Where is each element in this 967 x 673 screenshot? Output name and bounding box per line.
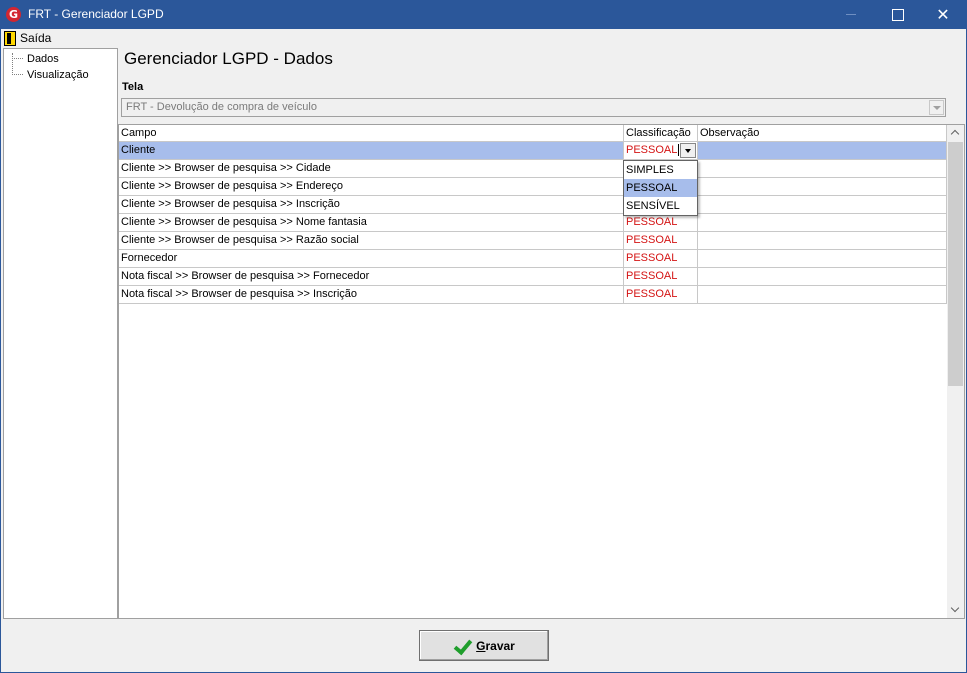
screen-select[interactable]: FRT - Devolução de compra de veículo (121, 98, 946, 117)
cell-observacao[interactable] (698, 196, 947, 214)
cell-campo[interactable]: Cliente >> Browser de pesquisa >> Cidade (119, 160, 624, 178)
table-row[interactable]: Cliente >> Browser de pesquisa >> Nome f… (119, 214, 947, 232)
navigation-tree: Dados Visualização (3, 48, 118, 619)
table-row[interactable]: Nota fiscal >> Browser de pesquisa >> Fo… (119, 268, 947, 286)
chevron-down-icon[interactable] (680, 143, 696, 158)
dropdown-option-simples[interactable]: SIMPLES (624, 161, 697, 179)
tree-item-dados[interactable]: Dados (12, 51, 59, 66)
app-logo-icon: G (6, 7, 21, 22)
tree-item-label: Visualização (27, 68, 89, 81)
cell-observacao[interactable] (698, 214, 947, 232)
column-header-campo[interactable]: Campo (119, 125, 624, 142)
scroll-up-arrow-icon[interactable] (947, 125, 964, 142)
cell-classificacao[interactable]: PESSOAL (624, 232, 698, 250)
cell-campo[interactable]: Cliente >> Browser de pesquisa >> Inscri… (119, 196, 624, 214)
table-row[interactable]: Cliente >> Browser de pesquisa >> Cidade (119, 160, 947, 178)
cell-campo[interactable]: Cliente (119, 142, 624, 160)
cell-campo[interactable]: Fornecedor (119, 250, 624, 268)
cell-classificacao-value: PESSOAL (626, 144, 678, 156)
cell-observacao[interactable] (698, 250, 947, 268)
scroll-down-arrow-icon[interactable] (947, 601, 964, 618)
table-row[interactable]: Fornecedor PESSOAL (119, 250, 947, 268)
minimize-button[interactable] (828, 1, 874, 29)
table-row[interactable]: Nota fiscal >> Browser de pesquisa >> In… (119, 286, 947, 304)
cell-classificacao[interactable]: PESSOAL (624, 268, 698, 286)
exit-door-icon (4, 30, 16, 46)
dropdown-option-sensivel[interactable]: SENSÍVEL (624, 197, 697, 215)
cell-campo[interactable]: Cliente >> Browser de pesquisa >> Endere… (119, 178, 624, 196)
cell-campo[interactable]: Cliente >> Browser de pesquisa >> Nome f… (119, 214, 624, 232)
cell-observacao[interactable] (698, 178, 947, 196)
main-window: G FRT - Gerenciador LGPD ✕ Saída Dados V… (0, 0, 967, 673)
cell-classificacao-editor[interactable]: PESSOAL (624, 142, 698, 160)
table-row[interactable]: Cliente >> Browser de pesquisa >> Inscri… (119, 196, 947, 214)
maximize-button[interactable] (874, 1, 920, 29)
tree-branch-line (12, 58, 23, 59)
tree-item-label: Dados (27, 52, 59, 65)
title-bar: G FRT - Gerenciador LGPD ✕ (1, 1, 966, 29)
table-row[interactable]: Cliente PESSOAL (119, 142, 947, 160)
page-title: Gerenciador LGPD - Dados (124, 49, 333, 68)
save-button-label: Gravar (476, 638, 515, 653)
grid-header: Campo Classificação Observação (119, 125, 947, 142)
tree-item-visualizacao[interactable]: Visualização (12, 67, 89, 82)
grid-vertical-scrollbar[interactable] (947, 125, 964, 618)
column-header-observacao[interactable]: Observação (698, 125, 947, 142)
cell-classificacao[interactable]: PESSOAL (624, 286, 698, 304)
save-button[interactable]: Gravar (419, 630, 549, 661)
menu-exit-label: Saída (20, 31, 52, 45)
scrollbar-thumb[interactable] (948, 142, 963, 386)
window-title: FRT - Gerenciador LGPD (28, 7, 164, 21)
checkmark-icon (453, 637, 471, 655)
screen-label: Tela (122, 81, 144, 93)
cell-observacao[interactable] (698, 286, 947, 304)
menu-bar: Saída (1, 29, 966, 47)
cell-campo[interactable]: Cliente >> Browser de pesquisa >> Razão … (119, 232, 624, 250)
column-header-classificacao[interactable]: Classificação (624, 125, 698, 142)
tree-branch-line (12, 74, 23, 75)
cell-campo[interactable]: Nota fiscal >> Browser de pesquisa >> Fo… (119, 268, 624, 286)
cell-classificacao[interactable]: PESSOAL (624, 214, 698, 232)
fields-grid: Campo Classificação Observação Cliente P… (118, 124, 965, 619)
cell-classificacao[interactable]: PESSOAL (624, 250, 698, 268)
table-row[interactable]: Cliente >> Browser de pesquisa >> Endere… (119, 178, 947, 196)
cell-campo[interactable]: Nota fiscal >> Browser de pesquisa >> In… (119, 286, 624, 304)
screen-select-value: FRT - Devolução de compra de veículo (126, 101, 317, 113)
dropdown-option-pessoal[interactable]: PESSOAL (624, 179, 697, 197)
menu-exit[interactable]: Saída (4, 29, 51, 47)
cell-observacao[interactable] (698, 160, 947, 178)
chevron-down-icon[interactable] (929, 100, 944, 115)
classification-dropdown-list: SIMPLES PESSOAL SENSÍVEL (623, 160, 698, 216)
cell-observacao[interactable] (698, 232, 947, 250)
cell-observacao[interactable] (698, 142, 947, 160)
cell-observacao[interactable] (698, 268, 947, 286)
table-row[interactable]: Cliente >> Browser de pesquisa >> Razão … (119, 232, 947, 250)
close-button[interactable]: ✕ (920, 1, 966, 29)
